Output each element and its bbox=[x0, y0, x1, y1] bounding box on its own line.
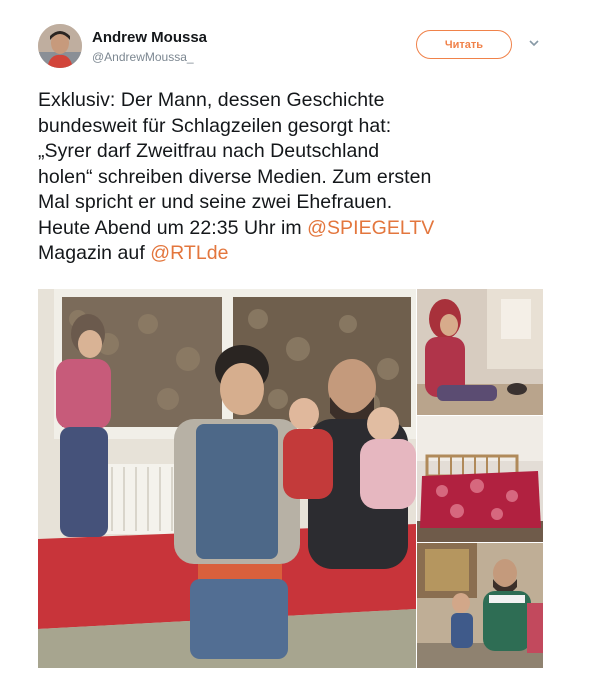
follow-button[interactable]: Читать bbox=[416, 30, 512, 59]
author-handle[interactable]: @AndrewMoussa_ bbox=[92, 50, 194, 64]
tweet-line: Mal spricht er und seine zwei Ehefrauen. bbox=[38, 191, 393, 213]
tweet-photo-man-child[interactable] bbox=[417, 543, 543, 668]
tweet-text-span: Magazin auf bbox=[38, 242, 151, 264]
author-name[interactable]: Andrew Moussa bbox=[92, 29, 207, 46]
mention-link-rtlde[interactable]: @RTLde bbox=[150, 242, 228, 264]
tweet-line: Heute Abend um 22:35 Uhr im @SPIEGELTV bbox=[38, 216, 568, 242]
tweet-card: Andrew Moussa @AndrewMoussa_ Читать Exkl… bbox=[0, 0, 603, 680]
tweet-photo-main[interactable] bbox=[38, 289, 416, 668]
tweet-line: Magazin auf @RTLde bbox=[38, 241, 568, 267]
tweet-photo-bed[interactable] bbox=[417, 416, 543, 542]
tweet-line: holen“ schreiben diverse Medien. Zum ers… bbox=[38, 165, 432, 188]
tweet-photo-woman[interactable] bbox=[417, 289, 543, 415]
tweet-text-span: Heute Abend um 22:35 Uhr im bbox=[38, 216, 308, 239]
tweet-text: Exklusiv: Der Mann, dessen Geschichte bu… bbox=[38, 88, 568, 267]
tweet-line: „Syrer darf Zweitfrau nach Deutschland bbox=[38, 140, 380, 162]
mention-link-spiegeltv[interactable]: @SPIEGELTV bbox=[307, 217, 434, 239]
chevron-down-icon[interactable] bbox=[527, 36, 541, 50]
tweet-line: bundesweit für Schlagzeilen gesorgt hat: bbox=[38, 114, 392, 137]
tweet-line: Exklusiv: Der Mann, dessen Geschichte bbox=[38, 89, 385, 111]
avatar[interactable] bbox=[38, 24, 82, 68]
